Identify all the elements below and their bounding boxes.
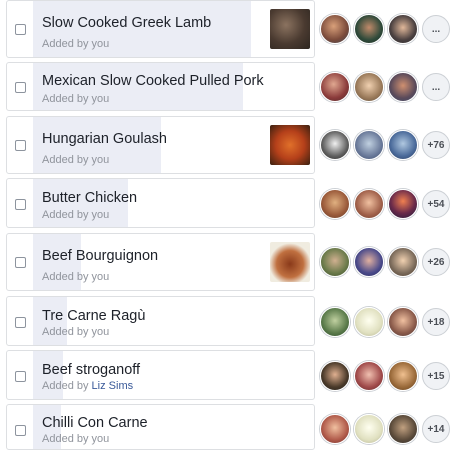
- poll-option-card[interactable]: Beef Bourguignon Added by you: [6, 233, 315, 291]
- poll-option: Chilli Con Carne Added by you +14: [6, 404, 453, 450]
- avatar[interactable]: [388, 361, 418, 391]
- poll-option: Butter Chicken Added by you +54: [6, 178, 453, 228]
- avatar[interactable]: [320, 130, 350, 160]
- option-added-by: Added by you: [42, 154, 110, 166]
- avatar[interactable]: [388, 14, 418, 44]
- avatar[interactable]: [320, 414, 350, 444]
- voter-avatars[interactable]: ...: [320, 72, 450, 102]
- voter-avatars[interactable]: ...: [320, 14, 450, 44]
- option-added-by: Added by you: [42, 93, 110, 105]
- poll-option-card[interactable]: Butter Chicken Added by you: [6, 178, 315, 228]
- avatar[interactable]: [354, 414, 384, 444]
- avatar[interactable]: [388, 189, 418, 219]
- more-voters-button[interactable]: +18: [422, 308, 450, 336]
- avatar[interactable]: [320, 189, 350, 219]
- avatar[interactable]: [354, 307, 384, 337]
- more-voters-button[interactable]: +76: [422, 131, 450, 159]
- avatar[interactable]: [320, 72, 350, 102]
- avatar[interactable]: [354, 361, 384, 391]
- lamb-thumbnail: [270, 9, 310, 49]
- option-title: Chilli Con Carne: [42, 415, 148, 431]
- avatar[interactable]: [388, 72, 418, 102]
- avatar[interactable]: [320, 307, 350, 337]
- more-voters-button[interactable]: +15: [422, 362, 450, 390]
- poll-option-card[interactable]: Chilli Con Carne Added by you: [6, 404, 315, 450]
- avatar[interactable]: [320, 361, 350, 391]
- avatar[interactable]: [388, 247, 418, 277]
- avatar[interactable]: [354, 72, 384, 102]
- option-added-by: Added by Liz Sims: [42, 380, 134, 392]
- option-added-by: Added by you: [42, 209, 110, 221]
- vote-checkbox[interactable]: [15, 82, 26, 93]
- option-title: Butter Chicken: [42, 190, 138, 206]
- option-title: Slow Cooked Greek Lamb: [42, 15, 212, 31]
- option-title: Tre Carne Ragù: [42, 308, 146, 324]
- vote-checkbox[interactable]: [15, 317, 26, 328]
- avatar[interactable]: [320, 14, 350, 44]
- vote-checkbox[interactable]: [15, 24, 26, 35]
- vote-checkbox[interactable]: [15, 140, 26, 151]
- avatar[interactable]: [354, 247, 384, 277]
- option-added-by: Added by you: [42, 38, 110, 50]
- poll-option: Tre Carne Ragù Added by you +18: [6, 296, 453, 346]
- more-voters-button[interactable]: ...: [422, 73, 450, 101]
- poll-options-list: Slow Cooked Greek Lamb Added by you ... …: [0, 0, 453, 450]
- poll-option-card[interactable]: Beef stroganoff Added by Liz Sims: [6, 350, 315, 400]
- voter-avatars[interactable]: +26: [320, 247, 450, 277]
- option-title: Beef stroganoff: [42, 362, 141, 378]
- avatar[interactable]: [388, 307, 418, 337]
- poll-option-card[interactable]: Hungarian Goulash Added by you: [6, 116, 315, 174]
- vote-checkbox[interactable]: [15, 371, 26, 382]
- avatar[interactable]: [388, 130, 418, 160]
- poll-option-card[interactable]: Slow Cooked Greek Lamb Added by you: [6, 0, 315, 58]
- avatar[interactable]: [320, 247, 350, 277]
- poll-option: Beef Bourguignon Added by you +26: [6, 233, 453, 291]
- option-title: Mexican Slow Cooked Pulled Pork: [42, 73, 264, 89]
- avatar[interactable]: [388, 414, 418, 444]
- more-voters-button[interactable]: +54: [422, 190, 450, 218]
- goulash-thumbnail: [270, 125, 310, 165]
- poll-option-card[interactable]: Tre Carne Ragù Added by you: [6, 296, 315, 346]
- bourguignon-thumbnail: [270, 242, 310, 282]
- voter-avatars[interactable]: +18: [320, 307, 450, 337]
- more-voters-button[interactable]: ...: [422, 15, 450, 43]
- more-voters-button[interactable]: +26: [422, 248, 450, 276]
- poll-option: Hungarian Goulash Added by you +76: [6, 116, 453, 174]
- option-added-by: Added by you: [42, 271, 110, 283]
- poll-option-card[interactable]: Mexican Slow Cooked Pulled Pork Added by…: [6, 62, 315, 111]
- poll-option: Beef stroganoff Added by Liz Sims +15: [6, 350, 453, 400]
- vote-checkbox[interactable]: [15, 425, 26, 436]
- author-link[interactable]: Liz Sims: [92, 380, 134, 392]
- option-added-by: Added by you: [42, 326, 110, 338]
- vote-checkbox[interactable]: [15, 257, 26, 268]
- voter-avatars[interactable]: +76: [320, 130, 450, 160]
- poll-option: Mexican Slow Cooked Pulled Pork Added by…: [6, 62, 453, 111]
- option-title: Hungarian Goulash: [42, 131, 167, 147]
- avatar[interactable]: [354, 130, 384, 160]
- voter-avatars[interactable]: +14: [320, 414, 450, 444]
- avatar[interactable]: [354, 14, 384, 44]
- option-title: Beef Bourguignon: [42, 248, 159, 264]
- more-voters-button[interactable]: +14: [422, 415, 450, 443]
- option-added-by: Added by you: [42, 433, 110, 445]
- poll-option: Slow Cooked Greek Lamb Added by you ...: [6, 0, 453, 58]
- voter-avatars[interactable]: +54: [320, 189, 450, 219]
- voter-avatars[interactable]: +15: [320, 361, 450, 391]
- vote-checkbox[interactable]: [15, 199, 26, 210]
- avatar[interactable]: [354, 189, 384, 219]
